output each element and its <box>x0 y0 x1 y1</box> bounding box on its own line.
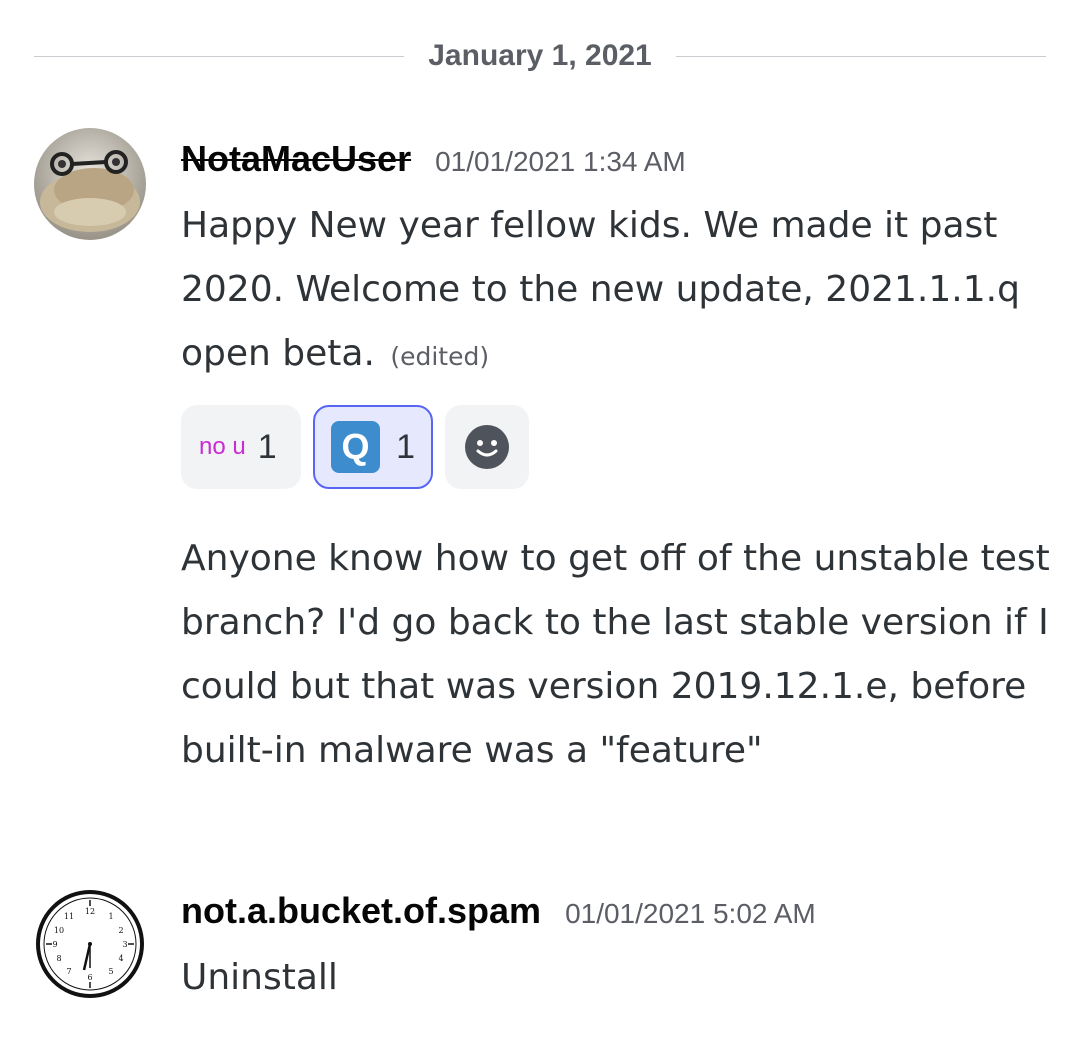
svg-text:7: 7 <box>66 967 71 976</box>
edited-label: (edited) <box>390 342 490 371</box>
reaction-q[interactable]: Q 1 <box>313 405 433 489</box>
message-content: NotaMacUser 01/01/2021 1:34 AM Happy New… <box>181 138 1050 783</box>
svg-text:10: 10 <box>54 926 64 935</box>
svg-text:9: 9 <box>52 940 57 949</box>
message-content: not.a.bucket.of.spam 01/01/2021 5:02 AM … <box>181 890 1050 1010</box>
reaction-nou[interactable]: no u 1 <box>181 405 301 489</box>
add-reaction-smile-icon <box>465 425 509 469</box>
svg-text:6: 6 <box>87 973 92 982</box>
svg-text:2: 2 <box>118 926 123 935</box>
timestamp[interactable]: 01/01/2021 5:02 AM <box>565 898 816 930</box>
avatar[interactable]: 12 1 2 3 4 5 6 7 8 9 10 11 <box>34 888 146 1000</box>
username[interactable]: NotaMacUser <box>181 138 411 180</box>
reactions-bar: no u 1 Q 1 <box>181 405 1050 489</box>
message-text-2: Anyone know how to get off of the unstab… <box>181 538 1062 771</box>
add-reaction-button[interactable] <box>445 405 529 489</box>
avatar[interactable] <box>34 128 146 240</box>
reaction-q-emoji: Q <box>331 421 381 473</box>
avatar-gecko-icon <box>34 128 146 240</box>
message-body: Happy New year fellow kids. We made it p… <box>181 205 1032 374</box>
svg-text:11: 11 <box>64 912 74 921</box>
avatar-clock-icon: 12 1 2 3 4 5 6 7 8 9 10 11 <box>36 890 144 998</box>
svg-text:8: 8 <box>56 954 61 963</box>
message-text: Happy New year fellow kids. We made it p… <box>181 194 1051 389</box>
message-header: NotaMacUser 01/01/2021 1:34 AM <box>181 138 1050 194</box>
reaction-count: 1 <box>396 427 415 466</box>
reaction-count: 1 <box>257 427 277 466</box>
svg-text:3: 3 <box>122 940 127 949</box>
reaction-nou-emoji: no u <box>199 433 246 460</box>
username[interactable]: not.a.bucket.of.spam <box>181 890 541 932</box>
svg-text:1: 1 <box>108 912 113 921</box>
timestamp[interactable]: 01/01/2021 1:34 AM <box>435 146 686 178</box>
message-header: not.a.bucket.of.spam 01/01/2021 5:02 AM <box>181 890 1050 946</box>
divider-line-right <box>675 55 1046 57</box>
message-text: Uninstall <box>181 957 338 998</box>
date-divider: January 1, 2021 <box>34 30 1046 82</box>
svg-text:5: 5 <box>108 967 113 976</box>
divider-line-left <box>34 55 405 57</box>
svg-text:4: 4 <box>118 954 123 963</box>
svg-text:12: 12 <box>85 907 95 916</box>
divider-date: January 1, 2021 <box>428 39 652 72</box>
